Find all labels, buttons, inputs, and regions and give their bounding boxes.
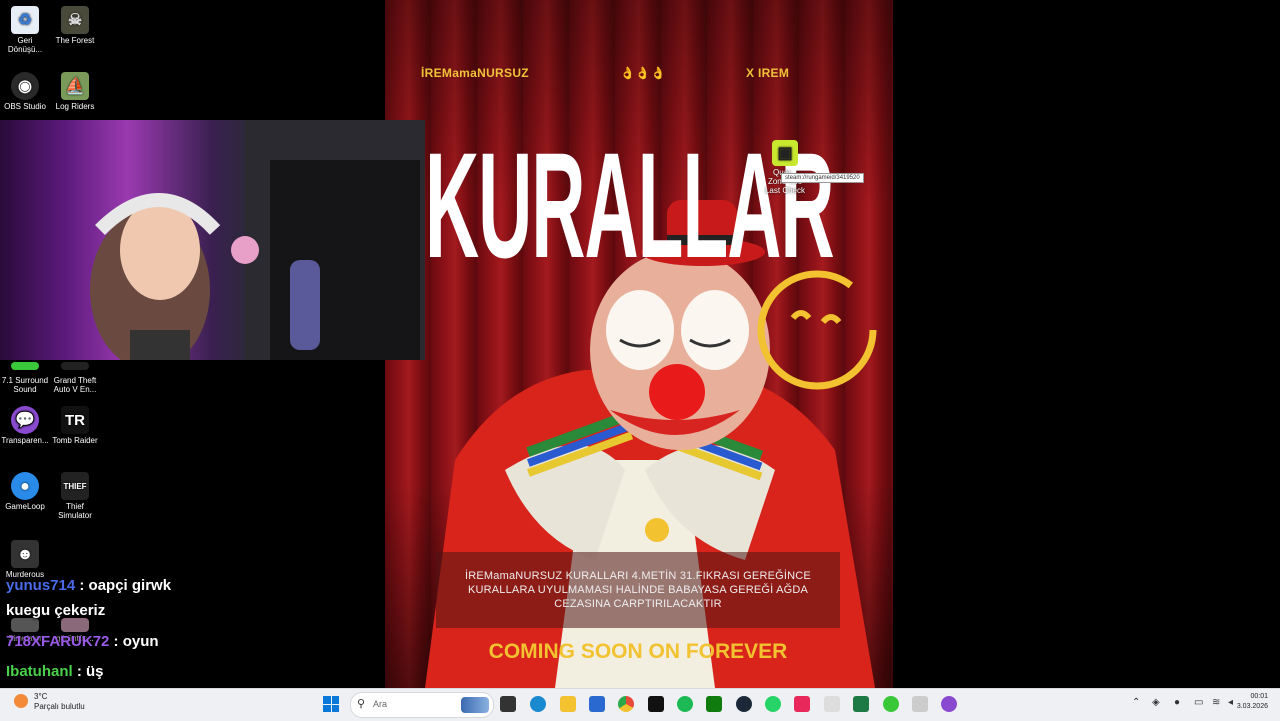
store-icon[interactable]	[589, 696, 605, 712]
tomb-raider-icon: TR	[61, 406, 89, 434]
chrome-icon[interactable]	[618, 696, 634, 712]
icon-tooltip: steam://rungameid/3419520	[781, 173, 864, 183]
chevron-up-icon[interactable]: ⌃	[1132, 697, 1140, 708]
microphone-icon[interactable]: ●	[1174, 697, 1180, 708]
poster-top-right: X IREM	[746, 66, 790, 80]
clock-time: 00:01	[1250, 693, 1268, 700]
clock[interactable]: 00:01 3.03.2026	[1237, 692, 1268, 712]
gta-icon	[61, 362, 89, 370]
desktop-icon-the-forest[interactable]: ☠ The Forest	[50, 6, 100, 45]
document-icon[interactable]	[824, 696, 840, 712]
desktop-icon-label: Tomb Raider	[52, 436, 98, 445]
chat-username: 718XFARUK72	[6, 633, 110, 650]
murderous-icon: ☻	[11, 540, 39, 568]
desktop-icon-label: Thief Simulator	[58, 502, 92, 520]
chat-message: kuegu çekeriz	[6, 602, 105, 620]
chat-username: yunus714	[6, 577, 76, 594]
desktop-icon-gameloop[interactable]: ● GameLoop	[0, 472, 50, 511]
twitch-icon[interactable]	[941, 696, 957, 712]
image-icon	[61, 618, 89, 632]
edge-icon[interactable]	[530, 696, 546, 712]
chat-username: Ibatuhanl	[6, 663, 73, 680]
obs-icon: ◉	[11, 72, 39, 100]
chat-text: oapçi girwk	[88, 577, 172, 594]
desktop-icon-quarantine-zone[interactable]: ▣ Quar... Zone The Last Check	[760, 140, 810, 195]
desktop-icon-label: Geri Dönüşü...	[7, 36, 43, 54]
webcam-scene	[90, 120, 425, 360]
chat-message: Ibatuhanl : üş	[6, 663, 104, 680]
notepad-icon[interactable]	[912, 696, 928, 712]
weather-desc: Parçalı bulutlu	[34, 702, 85, 711]
task-view-icon[interactable]	[500, 696, 516, 712]
search-placeholder: Ara	[373, 699, 388, 709]
excel-icon[interactable]	[853, 696, 869, 712]
file-explorer-icon[interactable]	[560, 696, 576, 712]
search-highlight-icon	[461, 697, 489, 713]
vpn-icon[interactable]	[883, 696, 899, 712]
chat-text: üş	[86, 663, 104, 680]
log-riders-icon: ⛵	[61, 72, 89, 100]
thief-icon: THIEF	[61, 472, 89, 500]
desktop-icon-recycle-bin[interactable]: ♻ Geri Dönüşü...	[0, 6, 50, 54]
gameloop-icon: ●	[11, 472, 39, 500]
weather-widget[interactable]: 3°C Parçalı bulutlu	[34, 692, 85, 712]
tiktok-icon[interactable]	[648, 696, 664, 712]
chat-text: oyun	[122, 633, 159, 650]
quarantine-zone-icon: ▣	[772, 140, 798, 166]
taskbar	[0, 688, 1280, 721]
steam-icon[interactable]	[736, 696, 752, 712]
desktop-icon-label: GameLoop	[5, 502, 45, 511]
display-icon[interactable]: ▭	[1194, 697, 1203, 708]
recycle-bin-icon: ♻	[11, 6, 39, 34]
taskbar-search[interactable]: ⚲ Ara	[350, 692, 494, 718]
weather-temp: 3°C	[34, 692, 48, 701]
desktop-icon-gta[interactable]: Grand Theft Auto V En...	[50, 362, 100, 394]
desktop-icon-label: Grand Theft Auto V En...	[53, 376, 97, 394]
forest-skull-icon: ☠	[61, 6, 89, 34]
search-icon: ⚲	[357, 698, 366, 710]
wifi-icon[interactable]: ≋	[1212, 697, 1220, 708]
weather-icon[interactable]	[14, 694, 28, 708]
poster-top-left: İREMamaNURSUZ	[421, 66, 529, 80]
xbox-app-icon[interactable]	[706, 696, 722, 712]
rules-text: İREMamaNURSUZ KURALLARI 4.METİN 31.FIKRA…	[465, 570, 811, 610]
simulator-icon	[11, 618, 39, 632]
spotify-icon[interactable]	[677, 696, 693, 712]
desktop-icon-obs-studio[interactable]: ◉ OBS Studio	[0, 72, 50, 111]
desktop-icon-murderous[interactable]: ☻ Murderous	[0, 540, 50, 579]
network-icon[interactable]: ◈	[1152, 697, 1160, 708]
desktop-icon-transparent[interactable]: 💬 Transparen...	[0, 406, 50, 445]
tiktok-studio-icon[interactable]	[794, 696, 810, 712]
webcam-overlay	[0, 120, 425, 360]
chat-text: kuegu çekeriz	[6, 602, 106, 619]
desktop-icon-label: Last Check	[764, 186, 806, 195]
poster-top-middle: 👌👌👌	[620, 66, 666, 80]
chat-message: yunus714 : oapçi girwk	[6, 577, 172, 594]
volume-icon[interactable]: ◂	[1228, 697, 1233, 708]
desktop-icon-surround-sound[interactable]: 7.1 Surround Sound	[0, 362, 50, 394]
surround-sound-icon	[11, 362, 39, 370]
desktop-icon-label: The Forest	[55, 36, 95, 45]
desktop-icon-label: 7.1 Surround Sound	[1, 376, 49, 394]
whatsapp-icon[interactable]	[765, 696, 781, 712]
desktop-icon-thief-simulator[interactable]: THIEF Thief Simulator	[50, 472, 100, 520]
chat-message: 718XFARUK72 : oyun	[6, 633, 159, 650]
desktop-icon-label: Transparen...	[1, 436, 49, 445]
desktop-icon-label: Log Riders	[55, 102, 95, 111]
desktop-icon-label: OBS Studio	[4, 102, 46, 111]
start-windows-icon[interactable]	[323, 696, 339, 712]
chat-bubble-icon: 💬	[11, 406, 39, 434]
desktop-icon-log-riders[interactable]: ⛵ Log Riders	[50, 72, 100, 111]
coming-soon-banner: COMING SOON ON FOREVER	[488, 640, 788, 663]
desktop-icon-tomb-raider[interactable]: TR Tomb Raider	[50, 406, 100, 445]
clock-date: 3.03.2026	[1236, 703, 1268, 710]
